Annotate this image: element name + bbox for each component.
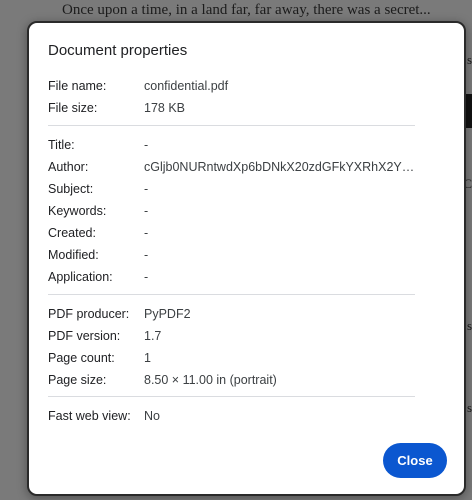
property-value: - xyxy=(144,138,149,152)
section-divider xyxy=(48,396,415,397)
property-row-keywords: Keywords: - xyxy=(48,200,415,222)
metadata-section: Title: - Author: cGljb0NURntwdXp6bDNkX20… xyxy=(48,134,415,288)
property-row-page-count: Page count: 1 xyxy=(48,347,415,369)
property-label: Fast web view: xyxy=(48,409,131,423)
background-edge-char: s xyxy=(466,400,472,415)
property-value: No xyxy=(144,409,160,423)
property-row-subject: Subject: - xyxy=(48,178,415,200)
property-label: File name: xyxy=(48,79,107,93)
property-label: PDF producer: xyxy=(48,307,130,321)
property-label: Keywords: xyxy=(48,204,107,218)
property-value: - xyxy=(144,204,149,218)
web-view-section: Fast web view: No xyxy=(48,405,415,427)
property-value: - xyxy=(144,270,149,284)
close-button[interactable]: Close xyxy=(383,443,447,478)
property-label: Page count: xyxy=(48,351,115,365)
property-label: File size: xyxy=(48,101,98,115)
property-value: confidential.pdf xyxy=(144,79,229,93)
property-label: Page size: xyxy=(48,373,107,387)
property-row-page-size: Page size: 8.50 × 11.00 in (portrait) xyxy=(48,369,415,391)
property-label: Created: xyxy=(48,226,96,240)
property-value: - xyxy=(144,248,149,262)
dialog-title: Document properties xyxy=(48,42,188,59)
property-row-file-name: File name: confidential.pdf xyxy=(48,75,415,97)
property-value: 8.50 × 11.00 in (portrait) xyxy=(144,373,277,387)
background-edge-char: s xyxy=(466,52,472,67)
section-divider xyxy=(48,294,415,295)
property-row-fast-web-view: Fast web view: No xyxy=(48,405,415,427)
property-label: Title: xyxy=(48,138,75,152)
property-row-pdf-version: PDF version: 1.7 xyxy=(48,325,415,347)
property-value: cGljb0NURntwdXp6bDNkX20zdGFkYXRhX2YwdW..… xyxy=(144,160,415,174)
property-value: - xyxy=(144,182,149,196)
property-row-created: Created: - xyxy=(48,222,415,244)
property-row-title: Title: - xyxy=(48,134,415,156)
property-label: Application: xyxy=(48,270,113,284)
property-value: 1.7 xyxy=(144,329,162,343)
file-info-section: File name: confidential.pdf File size: 1… xyxy=(48,75,415,119)
pdf-info-section: PDF producer: PyPDF2 PDF version: 1.7 Pa… xyxy=(48,303,415,391)
property-row-file-size: File size: 178 KB xyxy=(48,97,415,119)
background-redaction-mark xyxy=(466,110,472,128)
property-label: Author: xyxy=(48,160,89,174)
property-row-modified: Modified: - xyxy=(48,244,415,266)
property-value: 178 KB xyxy=(144,101,186,115)
background-text: Once upon a time, in a land far, far awa… xyxy=(62,2,431,18)
document-properties-dialog: Document properties File name: confident… xyxy=(27,21,466,496)
property-row-author: Author: cGljb0NURntwdXp6bDNkX20zdGFkYXRh… xyxy=(48,156,415,178)
property-label: PDF version: xyxy=(48,329,121,343)
property-value: PyPDF2 xyxy=(144,307,191,321)
section-divider xyxy=(48,125,415,126)
property-label: Subject: xyxy=(48,182,94,196)
property-row-application: Application: - xyxy=(48,266,415,288)
property-value: - xyxy=(144,226,149,240)
background-edge-char: s xyxy=(466,318,472,333)
property-row-pdf-producer: PDF producer: PyPDF2 xyxy=(48,303,415,325)
property-value: 1 xyxy=(144,351,151,365)
property-label: Modified: xyxy=(48,248,99,262)
